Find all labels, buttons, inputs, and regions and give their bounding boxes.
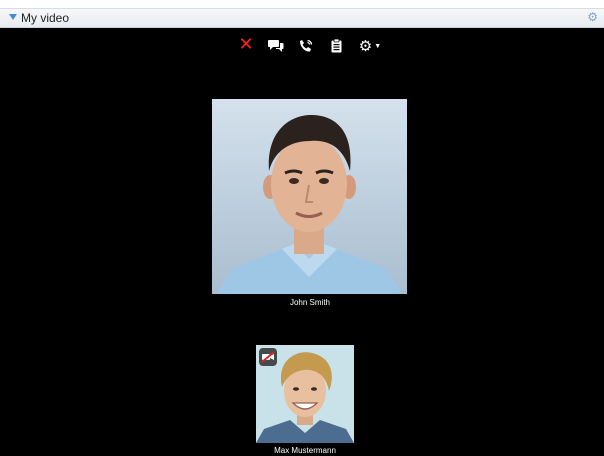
end-call-button[interactable]: ✕: [238, 33, 254, 54]
camera-off-indicator: [259, 348, 277, 366]
participant-video-main[interactable]: [212, 99, 407, 294]
top-banner: [0, 0, 604, 8]
panel-header: My video ⚙: [0, 8, 604, 28]
call-button[interactable]: [298, 37, 314, 55]
dropdown-arrow-icon: ▼: [374, 42, 382, 50]
camera-off-icon: [261, 351, 275, 363]
panel-title: My video: [21, 11, 70, 25]
clipboard-icon: [331, 39, 341, 53]
participant-name-main: John Smith: [289, 298, 331, 307]
video-window: My video ⚙ ✕ ⚙ ▼ John Smith Max Musterma…: [0, 0, 604, 456]
close-icon: ✕: [238, 33, 254, 54]
chat-button[interactable]: [268, 37, 284, 55]
collapse-arrow-icon[interactable]: [9, 14, 17, 20]
clipboard-button[interactable]: [329, 37, 343, 55]
participant-name-self: Max Mustermann: [274, 446, 336, 455]
phone-icon: [300, 39, 313, 52]
video-stage: ✕ ⚙ ▼ John Smith Max Mustermann: [0, 28, 604, 456]
panel-settings-icon[interactable]: ⚙: [587, 10, 598, 24]
participant-avatar: [212, 99, 407, 294]
gear-icon: ⚙: [358, 37, 373, 55]
participant-video-self[interactable]: [256, 345, 354, 443]
chat-icon: [268, 40, 284, 52]
settings-dropdown-button[interactable]: ⚙ ▼: [358, 37, 382, 55]
